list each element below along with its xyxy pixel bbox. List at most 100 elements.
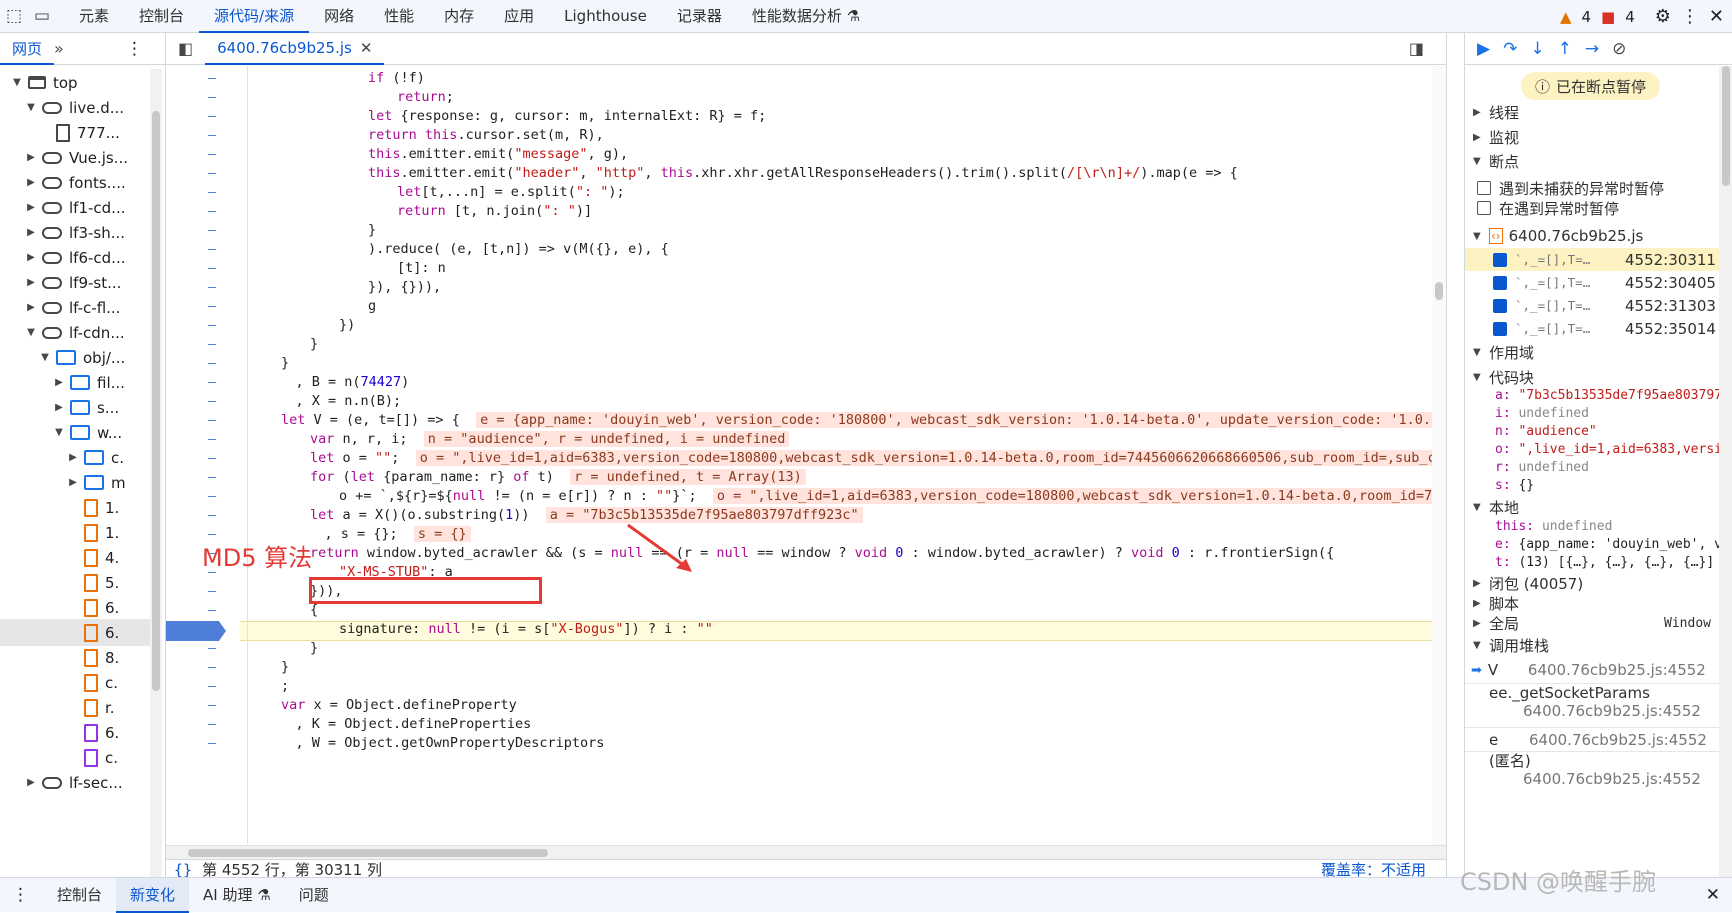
tree-expand-arrow-icon[interactable]: ▶ bbox=[66, 477, 80, 488]
tab-drawer-1[interactable]: 新变化 bbox=[116, 877, 190, 913]
tree-item[interactable]: c. bbox=[0, 744, 150, 771]
tree-item[interactable]: ▶ lf6-cd... bbox=[0, 244, 150, 271]
more-tabs-chevron-icon[interactable]: » bbox=[54, 39, 64, 58]
call-frame[interactable]: (匿名) 6400.76cb9b25.js:4552 bbox=[1465, 751, 1719, 788]
gutter-dash[interactable] bbox=[208, 401, 216, 402]
panel-splitter[interactable] bbox=[1446, 33, 1464, 877]
breakpoint-checkbox[interactable] bbox=[1493, 298, 1507, 313]
breakpoint-item[interactable]: `,_=[],T=… 4552:31303 bbox=[1465, 294, 1719, 317]
tab-top-2[interactable]: 源代码/来源 bbox=[199, 0, 310, 33]
tree-expand-arrow-icon[interactable]: ▶ bbox=[24, 202, 38, 213]
debugger-scroll-thumb[interactable] bbox=[1722, 66, 1730, 186]
tree-item[interactable]: ▶ lf9-st... bbox=[0, 269, 150, 296]
tree-item[interactable]: 1. bbox=[0, 494, 150, 521]
tree-item[interactable]: ▶ s... bbox=[0, 394, 150, 421]
scope-variable[interactable]: i: undefined bbox=[1465, 404, 1719, 424]
navigator-scroll-thumb[interactable] bbox=[152, 111, 160, 691]
breakpoint-marker[interactable] bbox=[166, 621, 226, 641]
error-icon[interactable]: ■ bbox=[1601, 8, 1615, 26]
tab-top-9[interactable]: 性能数据分析 ⚗ bbox=[737, 0, 875, 33]
gutter-dash[interactable] bbox=[208, 325, 216, 326]
tree-item[interactable]: 1. bbox=[0, 519, 150, 546]
scope-variable[interactable]: r: undefined bbox=[1465, 458, 1719, 478]
tab-top-8[interactable]: 记录器 bbox=[662, 0, 737, 33]
section-callstack[interactable]: ▼ 调用堆栈 bbox=[1465, 633, 1719, 657]
pause-exception-option[interactable]: 在遇到异常时暂停 bbox=[1465, 196, 1719, 220]
tree-item[interactable]: 8. bbox=[0, 644, 150, 671]
line-gutter[interactable] bbox=[166, 66, 248, 844]
navigator-scrollbar[interactable] bbox=[150, 69, 162, 877]
tab-page[interactable]: 网页 bbox=[0, 33, 55, 65]
breakpoint-checkbox[interactable] bbox=[1493, 275, 1507, 290]
tree-expand-arrow-icon[interactable]: ▶ bbox=[52, 402, 66, 413]
resume-icon[interactable]: ▶ bbox=[1477, 39, 1490, 59]
gutter-dash[interactable] bbox=[208, 515, 216, 516]
editor-hscroll-thumb[interactable] bbox=[188, 849, 548, 857]
close-tab-icon[interactable]: ✕ bbox=[360, 39, 373, 57]
close-icon[interactable]: ✕ bbox=[1709, 6, 1724, 27]
gutter-dash[interactable] bbox=[208, 420, 216, 421]
navigator-menu-icon[interactable]: ⋮ bbox=[126, 39, 143, 59]
tree-item[interactable]: ▶ lf-c-fl... bbox=[0, 294, 150, 321]
tab-top-5[interactable]: 内存 bbox=[429, 0, 489, 33]
tree-item[interactable]: ▶ fonts.... bbox=[0, 169, 150, 196]
tab-top-4[interactable]: 性能 bbox=[369, 0, 429, 33]
gutter-dash[interactable] bbox=[208, 705, 216, 706]
gutter-dash[interactable] bbox=[208, 173, 216, 174]
gutter-dash[interactable] bbox=[208, 591, 216, 592]
tree-expand-arrow-icon[interactable]: ▶ bbox=[66, 452, 80, 463]
tree-expand-arrow-icon[interactable]: ▶ bbox=[24, 777, 38, 788]
tree-item[interactable]: ▼ w... bbox=[0, 419, 150, 446]
checkbox[interactable] bbox=[1477, 181, 1491, 195]
drawer-menu-icon[interactable]: ⋮ bbox=[0, 885, 43, 905]
breakpoint-checkbox[interactable] bbox=[1493, 321, 1507, 336]
tab-top-3[interactable]: 网络 bbox=[309, 0, 369, 33]
breakpoint-item[interactable]: `,_=[],T=… 4552:30311 bbox=[1465, 248, 1719, 271]
gutter-dash[interactable] bbox=[208, 648, 216, 649]
tree-expand-arrow-icon[interactable]: ▼ bbox=[52, 427, 66, 438]
tree-expand-arrow-icon[interactable]: ▶ bbox=[24, 302, 38, 313]
device-toolbar-icon[interactable]: ▭ bbox=[28, 0, 56, 33]
breakpoint-file[interactable]: ▼ ‹› 6400.76cb9b25.js bbox=[1465, 224, 1719, 248]
tree-item[interactable]: ▼ obj/... bbox=[0, 344, 150, 371]
scope-variable[interactable]: o: ",live_id=1,aid=6383,version_code" bbox=[1465, 440, 1719, 460]
tree-expand-arrow-icon[interactable]: ▶ bbox=[24, 152, 38, 163]
checkbox[interactable] bbox=[1477, 201, 1491, 215]
gutter-dash[interactable] bbox=[208, 306, 216, 307]
gutter-dash[interactable] bbox=[208, 743, 216, 744]
tab-top-6[interactable]: 应用 bbox=[489, 0, 549, 33]
tree-expand-arrow-icon[interactable]: ▶ bbox=[24, 252, 38, 263]
tree-item[interactable]: ▼ live.d... bbox=[0, 94, 150, 121]
gutter-dash[interactable] bbox=[208, 287, 216, 288]
step-icon[interactable]: → bbox=[1585, 39, 1599, 59]
tree-item[interactable]: ▶ lf3-sh... bbox=[0, 219, 150, 246]
tree-expand-arrow-icon[interactable]: ▶ bbox=[24, 227, 38, 238]
settings-gear-icon[interactable]: ⚙ bbox=[1655, 6, 1671, 27]
gutter-dash[interactable] bbox=[208, 116, 216, 117]
tree-item[interactable]: ▶ lf1-cd... bbox=[0, 194, 150, 221]
tree-expand-arrow-icon[interactable]: ▼ bbox=[38, 352, 52, 363]
section-threads[interactable]: ▶ 线程 bbox=[1465, 100, 1719, 124]
tab-top-7[interactable]: Lighthouse bbox=[549, 0, 662, 33]
gutter-dash[interactable] bbox=[208, 534, 216, 535]
tree-expand-arrow-icon[interactable]: ▶ bbox=[24, 177, 38, 188]
gutter-dash[interactable] bbox=[208, 458, 216, 459]
gutter-dash[interactable] bbox=[208, 97, 216, 98]
tab-top-0[interactable]: 元素 bbox=[64, 0, 124, 33]
tree-item[interactable]: ▶ m bbox=[0, 469, 150, 496]
breakpoint-checkbox[interactable] bbox=[1493, 252, 1507, 267]
debugger-scrollbar[interactable] bbox=[1719, 66, 1732, 877]
step-over-icon[interactable]: ↷ bbox=[1503, 39, 1517, 59]
gutter-dash[interactable] bbox=[208, 382, 216, 383]
gutter-dash[interactable] bbox=[208, 477, 216, 478]
tree-expand-arrow-icon[interactable]: ▼ bbox=[24, 327, 38, 338]
tree-item[interactable]: 6. bbox=[0, 719, 150, 746]
scope-local[interactable]: ▼ 本地 bbox=[1465, 495, 1719, 519]
tab-drawer-3[interactable]: 问题 bbox=[285, 878, 343, 913]
drawer-close-icon[interactable]: ✕ bbox=[1706, 885, 1720, 905]
gutter-dash[interactable] bbox=[208, 78, 216, 79]
gutter-dash[interactable] bbox=[208, 211, 216, 212]
toggle-navigator-icon[interactable]: ◧ bbox=[166, 39, 205, 58]
tree-item[interactable]: ▼ top bbox=[0, 69, 150, 96]
gutter-dash[interactable] bbox=[208, 268, 216, 269]
